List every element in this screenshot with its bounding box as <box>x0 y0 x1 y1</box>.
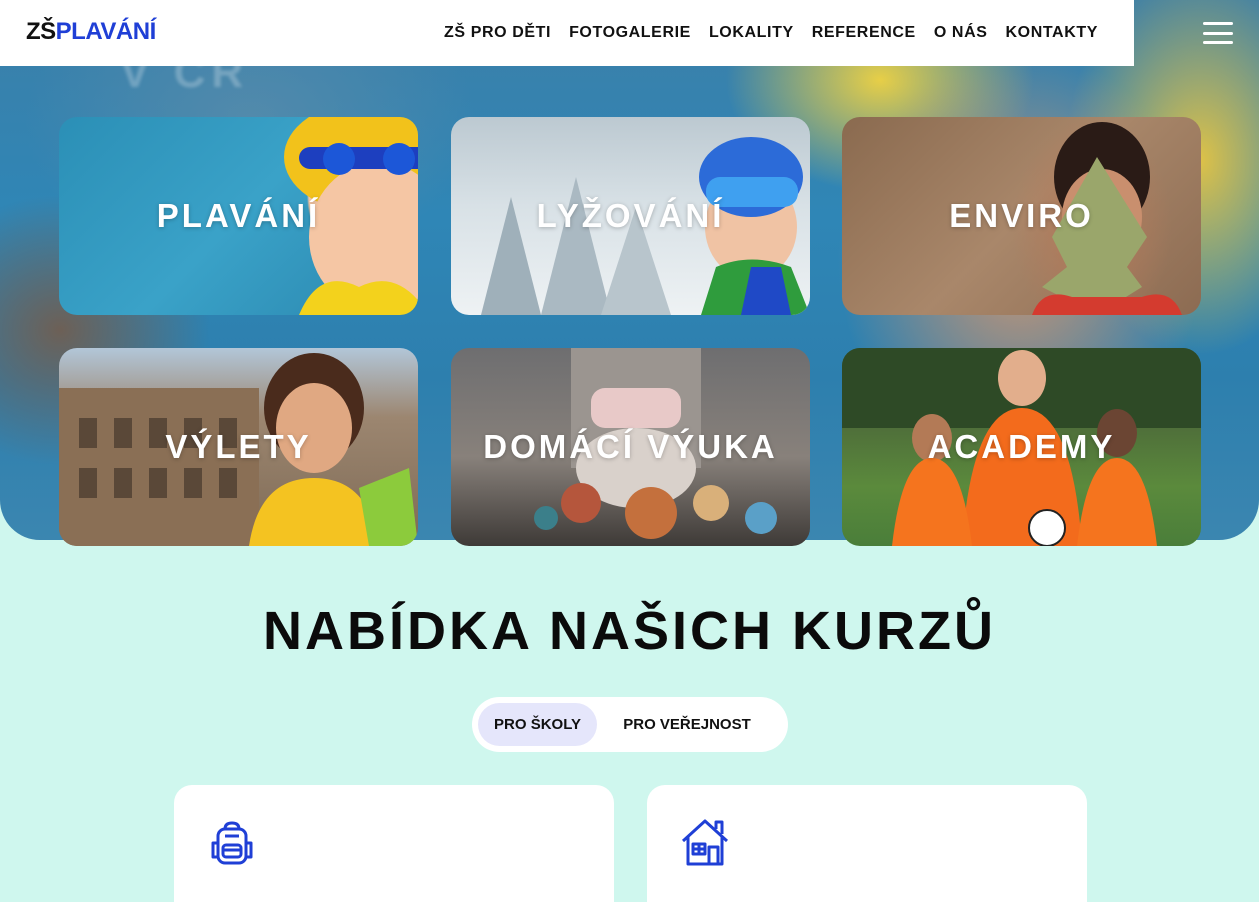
tile-lyzovani[interactable]: LYŽOVÁNÍ <box>451 117 810 315</box>
tab-pro-verejnost[interactable]: PRO VEŘEJNOST <box>597 703 777 746</box>
tile-label: ACADEMY <box>927 428 1116 465</box>
tile-enviro[interactable]: ENVIRO <box>842 117 1201 315</box>
nav-kontakty[interactable]: KONTAKTY <box>1006 24 1099 42</box>
tile-vylety[interactable]: VÝLETY <box>59 348 418 546</box>
tile-academy[interactable]: ACADEMY <box>842 348 1201 546</box>
logo-zs: ZŠ <box>26 18 56 45</box>
tile-label: ENVIRO <box>949 197 1094 234</box>
nav-lokality[interactable]: LOKALITY <box>709 24 794 42</box>
tile-label: VÝLETY <box>165 428 312 465</box>
course-card-public[interactable] <box>647 785 1087 902</box>
tile-label: PLAVÁNÍ <box>156 197 321 234</box>
tile-label: DOMÁCÍ VÝUKA <box>483 428 778 465</box>
tile-domaci-vyuka[interactable]: DOMÁCÍ VÝUKA <box>451 348 810 546</box>
site-logo[interactable]: ZŠ PLAVÁNÍ <box>26 18 156 46</box>
logo-plavani: PLAVÁNÍ <box>55 18 157 45</box>
house-icon <box>681 819 729 866</box>
nav-o-nas[interactable]: O NÁS <box>934 24 988 42</box>
main-nav: ZŠ PRO DĚTI FOTOGALERIE LOKALITY REFEREN… <box>444 0 1098 66</box>
nav-zs-pro-deti[interactable]: ZŠ PRO DĚTI <box>444 24 551 42</box>
nav-reference[interactable]: REFERENCE <box>812 24 916 42</box>
tile-label: LYŽOVÁNÍ <box>536 197 725 234</box>
audience-switcher: PRO ŠKOLY PRO VEŘEJNOST <box>472 697 788 752</box>
hamburger-menu-icon[interactable] <box>1203 22 1233 44</box>
course-card-schools[interactable] <box>174 785 614 902</box>
site-header: ZŠ PLAVÁNÍ ZŠ PRO DĚTI FOTOGALERIE LOKAL… <box>0 0 1134 66</box>
tile-plavani[interactable]: PLAVÁNÍ <box>59 117 418 315</box>
backpack-icon <box>211 821 253 865</box>
offer-title: NABÍDKA NAŠICH KURZŮ <box>263 601 996 661</box>
nav-fotogalerie[interactable]: FOTOGALERIE <box>569 24 691 42</box>
tab-pro-skoly[interactable]: PRO ŠKOLY <box>478 703 597 746</box>
